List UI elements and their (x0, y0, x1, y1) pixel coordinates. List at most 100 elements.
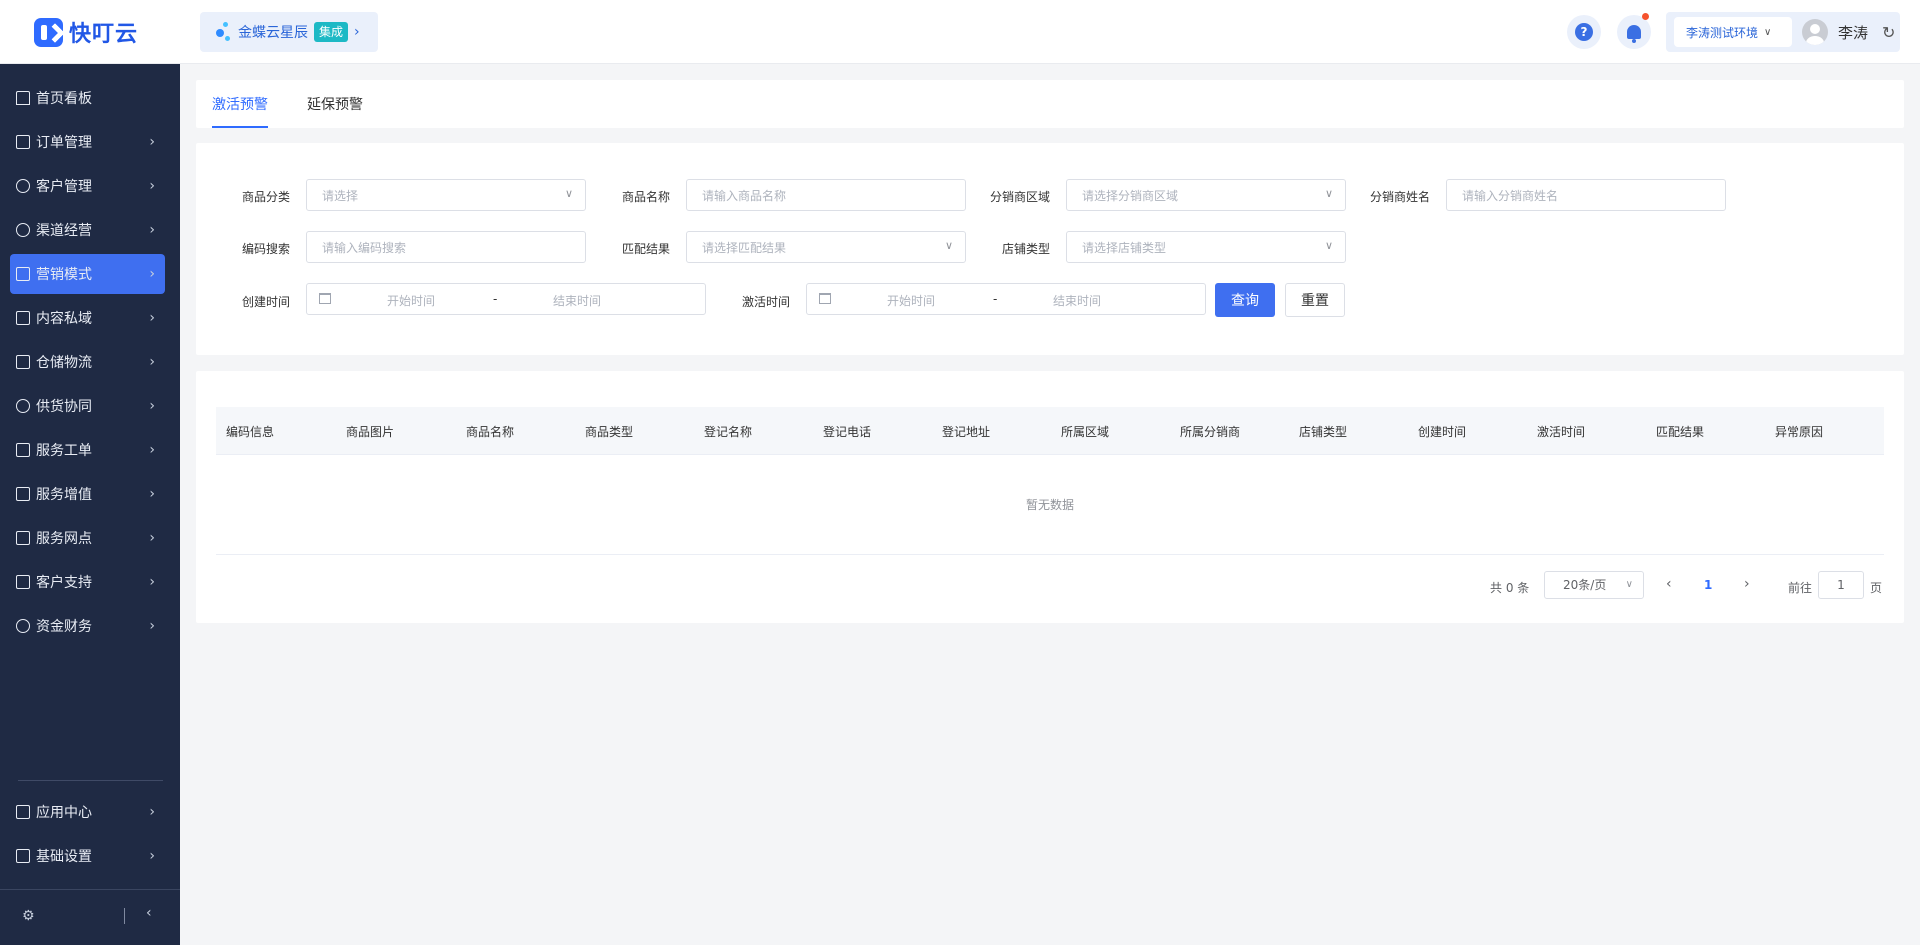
footer-separator (124, 908, 125, 924)
chevron-right-icon: › (149, 222, 155, 238)
column-header: 所属区域 (1061, 425, 1110, 439)
order-icon (16, 135, 30, 149)
column-header: 登记电话 (823, 425, 872, 439)
column-header: 登记地址 (942, 425, 991, 439)
chevron-right-icon: › (149, 804, 155, 820)
pagination: 共 0 条 20条/页 ∨ ‹ 1 › 前往 1 页 (196, 571, 1904, 601)
sidebar-item-label: 服务网点 (36, 531, 92, 547)
store-type-select[interactable]: 请选择店铺类型 ∨ (1066, 231, 1346, 263)
sidebar: 首页看板 订单管理 › 客户管理 › 渠道经营 › 营销模式 › 内容私域 › … (0, 64, 180, 945)
reset-button[interactable]: 重置 (1285, 283, 1345, 317)
activated-end[interactable]: 结束时间 (1053, 292, 1101, 309)
env-label: 李涛测试环境 (1686, 25, 1759, 40)
code-search-input[interactable]: 请输入编码搜索 (306, 231, 586, 263)
sidebar-item-service-tickets[interactable]: 服务工单 › (10, 430, 165, 470)
sidebar-item-channels[interactable]: 渠道经营 › (10, 210, 165, 250)
store-icon (16, 531, 30, 545)
refresh-icon[interactable]: ↻ (1882, 23, 1895, 42)
app-name: 金蝶云星辰 (238, 25, 308, 41)
top-header: 快叮云 金蝶云星辰 集成 › ? 李涛测试环境 ∨ 李涛 ↻ (0, 0, 1920, 64)
product-name-label: 商品名称 (622, 190, 671, 204)
column-header: 编码信息 (226, 425, 275, 439)
sidebar-item-label: 渠道经营 (36, 223, 92, 239)
question-icon: ? (1575, 23, 1593, 41)
activated-start[interactable]: 开始时间 (887, 292, 935, 309)
column-header: 商品类型 (585, 425, 634, 439)
sidebar-item-service-points[interactable]: 服务网点 › (10, 518, 165, 558)
distributor-name-placeholder: 请输入分销商姓名 (1462, 188, 1559, 203)
column-header: 商品图片 (346, 425, 395, 439)
notification-button[interactable] (1617, 13, 1651, 49)
created-end[interactable]: 结束时间 (553, 292, 601, 309)
collapse-sidebar-icon[interactable]: ‹ (146, 905, 152, 921)
sidebar-item-value-added[interactable]: 服务增值 › (10, 474, 165, 514)
table-card: 编码信息 商品图片 商品名称 商品类型 登记名称 登记电话 登记地址 所属区域 … (196, 371, 1904, 623)
category-select[interactable]: 请选择 ∨ (306, 179, 586, 211)
next-page-button[interactable]: › (1744, 576, 1750, 592)
sidebar-item-supply[interactable]: 供货协同 › (10, 386, 165, 426)
product-name-input[interactable]: 请输入商品名称 (686, 179, 966, 211)
sidebar-item-label: 基础设置 (36, 849, 92, 865)
help-button[interactable]: ? (1567, 15, 1601, 49)
tab-activation-warning[interactable]: 激活预警 (212, 94, 268, 128)
sidebar-item-label: 客户支持 (36, 575, 92, 591)
sidebar-divider (18, 780, 163, 781)
tab-warranty-warning[interactable]: 延保预警 (307, 94, 363, 126)
column-header: 商品名称 (466, 425, 515, 439)
sidebar-item-dashboard[interactable]: 首页看板 (10, 78, 165, 118)
bell-icon (1627, 25, 1641, 43)
sidebar-item-marketing[interactable]: 营销模式 › (10, 254, 165, 294)
goto-page-input[interactable]: 1 (1818, 571, 1864, 599)
activated-time-label: 激活时间 (742, 295, 791, 309)
distributor-name-input[interactable]: 请输入分销商姓名 (1446, 179, 1726, 211)
column-header: 激活时间 (1537, 425, 1586, 439)
chevron-down-icon: ∨ (1764, 26, 1772, 38)
sidebar-item-label: 服务工单 (36, 443, 92, 459)
product-name-placeholder: 请输入商品名称 (702, 188, 787, 203)
cube-icon (16, 805, 30, 819)
chevron-right-icon: › (149, 134, 155, 150)
app-switcher[interactable]: 金蝶云星辰 集成 › (200, 12, 378, 52)
sidebar-item-content[interactable]: 内容私域 › (10, 298, 165, 338)
support-icon (16, 575, 30, 589)
chevron-right-icon: › (149, 310, 155, 326)
code-search-label: 编码搜索 (242, 242, 291, 256)
username[interactable]: 李涛 (1838, 22, 1868, 43)
range-separator: - (993, 292, 998, 306)
env-select[interactable]: 李涛测试环境 ∨ (1674, 17, 1792, 47)
sidebar-item-label: 应用中心 (36, 805, 92, 821)
sidebar-item-label: 首页看板 (36, 91, 92, 107)
filter-panel: 商品分类 请选择 ∨ 商品名称 请输入商品名称 分销商区域 请选择分销商区域 ∨… (196, 143, 1904, 355)
column-header: 创建时间 (1418, 425, 1467, 439)
page-size-select[interactable]: 20条/页 ∨ (1544, 571, 1644, 599)
query-button[interactable]: 查询 (1215, 283, 1275, 317)
sidebar-item-support[interactable]: 客户支持 › (10, 562, 165, 602)
sidebar-item-label: 订单管理 (36, 135, 92, 151)
box-icon (16, 355, 30, 369)
chevron-down-icon: ∨ (944, 239, 953, 252)
prev-page-button[interactable]: ‹ (1666, 576, 1672, 592)
sidebar-item-warehouse[interactable]: 仓储物流 › (10, 342, 165, 382)
avatar[interactable] (1802, 19, 1828, 45)
chevron-right-icon: › (149, 354, 155, 370)
sidebar-item-customers[interactable]: 客户管理 › (10, 166, 165, 206)
sidebar-item-orders[interactable]: 订单管理 › (10, 122, 165, 162)
gear-icon[interactable]: ⚙ (22, 908, 35, 924)
current-page[interactable]: 1 (1704, 578, 1712, 592)
sidebar-item-app-center[interactable]: 应用中心 › (10, 792, 165, 832)
chevron-down-icon: ∨ (1324, 187, 1333, 200)
sidebar-item-label: 供货协同 (36, 399, 92, 415)
activated-time-range[interactable]: 开始时间 - 结束时间 (806, 283, 1206, 315)
sidebar-item-settings[interactable]: 基础设置 › (10, 836, 165, 876)
created-time-range[interactable]: 开始时间 - 结束时间 (306, 283, 706, 315)
column-header: 异常原因 (1775, 425, 1824, 439)
store-type-placeholder: 请选择店铺类型 (1082, 240, 1167, 255)
chevron-right-icon: › (149, 178, 155, 194)
sidebar-item-finance[interactable]: 资金财务 › (10, 606, 165, 646)
match-result-select[interactable]: 请选择匹配结果 ∨ (686, 231, 966, 263)
logo[interactable]: 快叮云 (34, 16, 138, 48)
region-select[interactable]: 请选择分销商区域 ∨ (1066, 179, 1346, 211)
logo-icon (34, 17, 63, 47)
created-start[interactable]: 开始时间 (387, 292, 435, 309)
chevron-right-icon: › (149, 530, 155, 546)
